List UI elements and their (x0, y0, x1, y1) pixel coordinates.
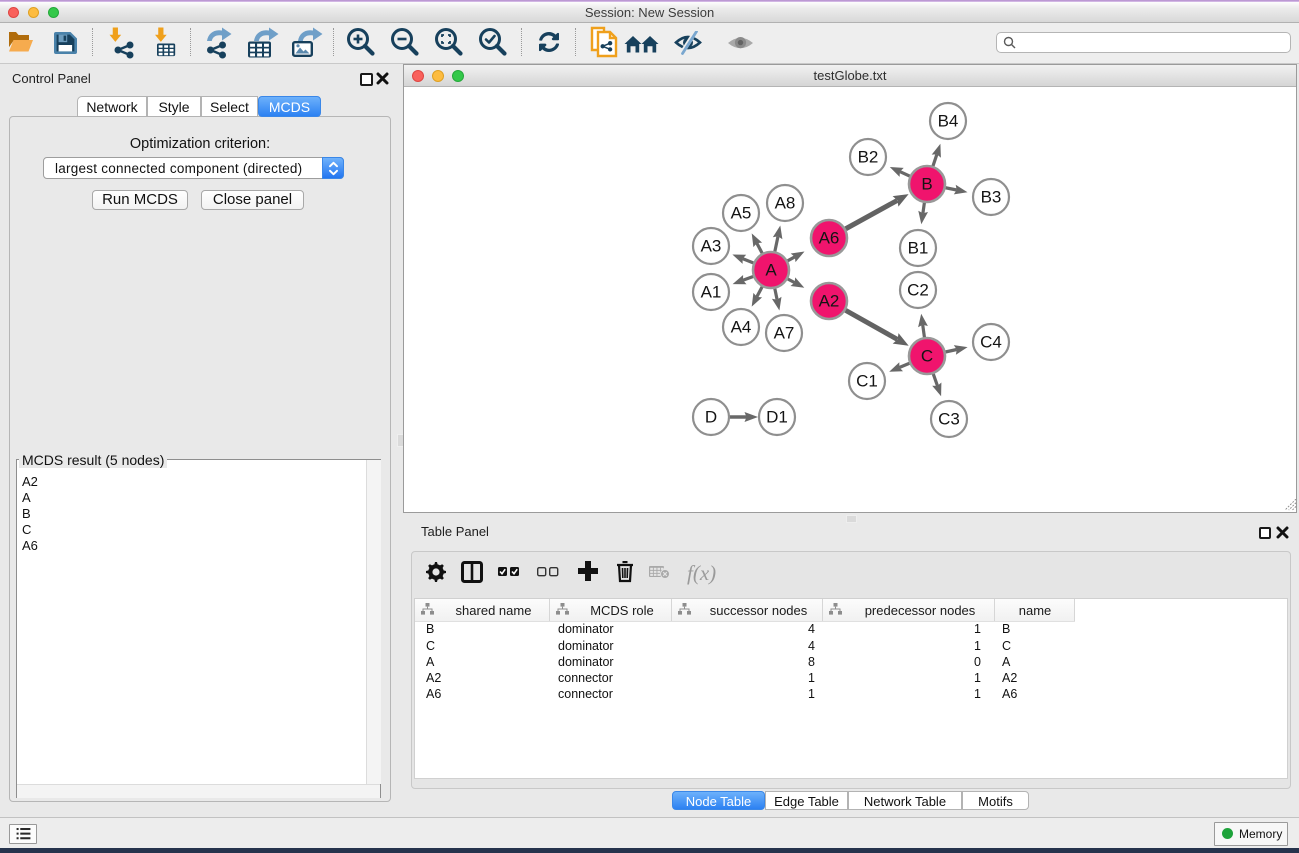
svg-text:A: A (765, 261, 777, 280)
svg-text:C4: C4 (980, 333, 1002, 352)
svg-text:A3: A3 (701, 237, 722, 256)
svg-text:A7: A7 (774, 324, 795, 343)
svg-text:B2: B2 (858, 148, 879, 167)
svg-text:B: B (921, 175, 932, 194)
svg-text:C2: C2 (907, 281, 929, 300)
svg-text:A8: A8 (775, 194, 796, 213)
svg-text:A2: A2 (819, 292, 840, 311)
svg-text:A6: A6 (819, 229, 840, 248)
svg-text:A4: A4 (731, 318, 752, 337)
svg-text:C: C (921, 347, 933, 366)
svg-text:B1: B1 (908, 239, 929, 258)
svg-text:D1: D1 (766, 408, 788, 427)
svg-text:B4: B4 (938, 112, 959, 131)
svg-text:C1: C1 (856, 372, 878, 391)
svg-text:D: D (705, 408, 717, 427)
svg-text:B3: B3 (981, 188, 1002, 207)
svg-text:C3: C3 (938, 410, 960, 429)
svg-text:A1: A1 (701, 283, 722, 302)
svg-text:A5: A5 (731, 204, 752, 223)
